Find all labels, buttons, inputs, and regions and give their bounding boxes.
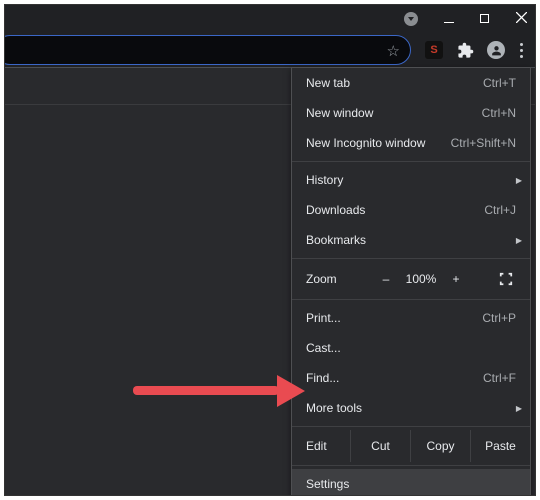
- menu-item-shortcut: Ctrl+T: [483, 76, 516, 90]
- menu-item-label: Print...: [306, 311, 474, 325]
- menu-item-new-tab[interactable]: New tab Ctrl+T: [292, 68, 530, 98]
- menu-item-bookmarks[interactable]: Bookmarks ▶: [292, 225, 530, 255]
- menu-separator: [292, 161, 530, 162]
- window-close-button[interactable]: [516, 12, 527, 26]
- menu-item-label: New tab: [306, 76, 475, 90]
- menu-separator: [292, 299, 530, 300]
- menu-item-shortcut: Ctrl+J: [484, 203, 516, 217]
- chrome-main-menu: New tab Ctrl+T New window Ctrl+N New Inc…: [291, 67, 531, 496]
- submenu-arrow-icon: ▶: [516, 236, 522, 245]
- fullscreen-button[interactable]: [490, 272, 522, 286]
- menu-item-more-tools[interactable]: More tools ▶: [292, 393, 530, 423]
- edit-label: Edit: [292, 439, 350, 453]
- menu-separator: [292, 426, 530, 427]
- menu-item-label: Settings: [306, 477, 516, 491]
- menu-item-label: Bookmarks: [306, 233, 516, 247]
- submenu-arrow-icon: ▶: [516, 176, 522, 185]
- menu-item-downloads[interactable]: Downloads Ctrl+J: [292, 195, 530, 225]
- zoom-in-button[interactable]: +: [442, 272, 470, 286]
- identity-dropdown-icon[interactable]: [404, 12, 418, 26]
- profile-avatar-icon[interactable]: [487, 41, 505, 59]
- extensions-icon[interactable]: [456, 41, 474, 59]
- menu-item-history[interactable]: History ▶: [292, 165, 530, 195]
- address-bar[interactable]: ☆: [4, 35, 411, 65]
- window-minimize-button[interactable]: [444, 12, 454, 27]
- chrome-menu-button[interactable]: [518, 41, 525, 60]
- toolbar-icons: S: [413, 41, 535, 60]
- edit-copy-button[interactable]: Copy: [410, 430, 470, 462]
- menu-item-settings[interactable]: Settings: [292, 469, 530, 496]
- menu-separator: [292, 258, 530, 259]
- zoom-label: Zoom: [306, 272, 372, 286]
- menu-item-print[interactable]: Print... Ctrl+P: [292, 303, 530, 333]
- menu-item-label: Downloads: [306, 203, 476, 217]
- menu-item-zoom: Zoom – 100% +: [292, 262, 530, 296]
- menu-item-new-incognito[interactable]: New Incognito window Ctrl+Shift+N: [292, 128, 530, 158]
- menu-item-label: More tools: [306, 401, 516, 415]
- browser-toolbar: ☆ S: [5, 33, 535, 67]
- menu-item-label: Cast...: [306, 341, 516, 355]
- menu-item-shortcut: Ctrl+Shift+N: [451, 136, 516, 150]
- menu-item-edit-row: Edit Cut Copy Paste: [292, 430, 530, 462]
- zoom-value: 100%: [400, 272, 442, 286]
- menu-item-label: Find...: [306, 371, 475, 385]
- bookmark-star-icon[interactable]: ☆: [387, 42, 400, 60]
- extension-badge-icon[interactable]: S: [425, 41, 443, 59]
- menu-item-shortcut: Ctrl+F: [483, 371, 516, 385]
- menu-item-cast[interactable]: Cast...: [292, 333, 530, 363]
- menu-separator: [292, 465, 530, 466]
- browser-window: ☆ S New tab Ctrl+T New window Ctrl+N New…: [4, 4, 536, 496]
- window-titlebar: [5, 5, 535, 33]
- menu-item-find[interactable]: Find... Ctrl+F: [292, 363, 530, 393]
- menu-item-shortcut: Ctrl+N: [482, 106, 516, 120]
- zoom-out-button[interactable]: –: [372, 272, 400, 286]
- window-maximize-button[interactable]: [480, 12, 490, 26]
- menu-item-label: New Incognito window: [306, 136, 443, 150]
- submenu-arrow-icon: ▶: [516, 404, 522, 413]
- menu-item-label: New window: [306, 106, 474, 120]
- edit-cut-button[interactable]: Cut: [350, 430, 410, 462]
- menu-item-new-window[interactable]: New window Ctrl+N: [292, 98, 530, 128]
- edit-paste-button[interactable]: Paste: [470, 430, 530, 462]
- menu-item-label: History: [306, 173, 516, 187]
- menu-item-shortcut: Ctrl+P: [482, 311, 516, 325]
